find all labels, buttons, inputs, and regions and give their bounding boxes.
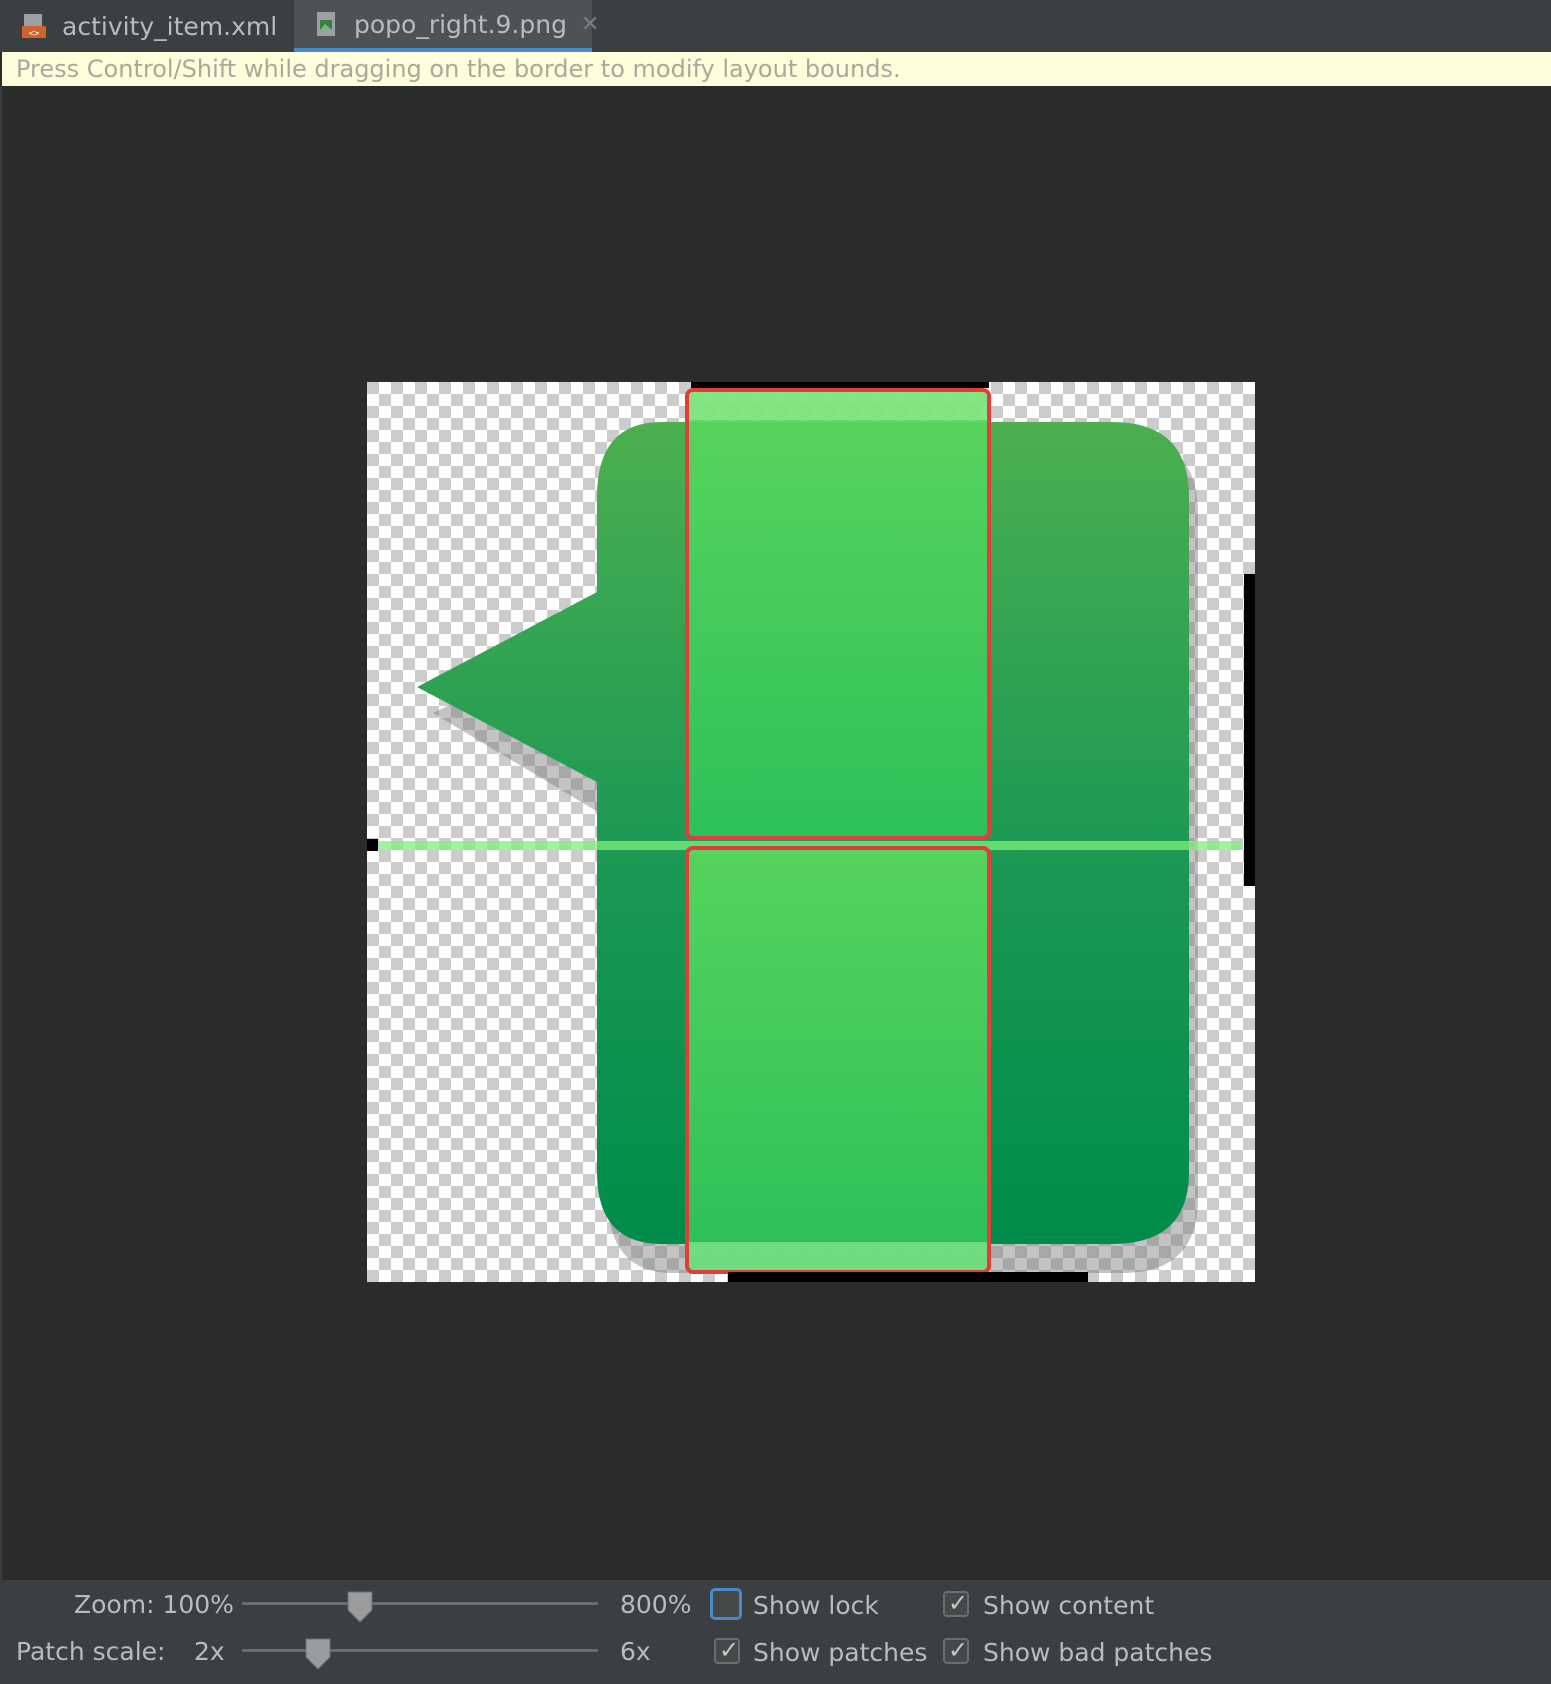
- patch-scale-slider-thumb[interactable]: [304, 1637, 332, 1671]
- patch-scale-slider-track[interactable]: [242, 1649, 598, 1652]
- show-bad-patches-checkbox[interactable]: [943, 1636, 969, 1664]
- show-lock-checkbox[interactable]: [710, 1588, 742, 1620]
- tab-activity-item-xml[interactable]: <> activity_item.xml ✕: [20, 0, 310, 52]
- patch-scale-max-label: 6x: [620, 1637, 651, 1666]
- top-stretch-marker[interactable]: [691, 382, 989, 388]
- stretch-patch-top: [687, 390, 989, 838]
- editor-hint-banner: Press Control/Shift while dragging on th…: [2, 52, 1551, 86]
- image-file-icon: [312, 10, 340, 38]
- patch-scale-min-label: 2x: [194, 1637, 225, 1666]
- close-icon[interactable]: ✕: [581, 12, 599, 37]
- zoom-slider-track[interactable]: [242, 1602, 598, 1605]
- left-stretch-marker[interactable]: [367, 839, 378, 851]
- right-content-marker[interactable]: [1244, 574, 1255, 886]
- editor-tab-bar: <> activity_item.xml ✕ popo_right.9.png …: [0, 0, 1551, 52]
- tab-popo-right-9-png[interactable]: popo_right.9.png ✕: [294, 0, 599, 52]
- tab-label: popo_right.9.png: [354, 9, 567, 39]
- xml-file-icon: <>: [20, 12, 48, 40]
- stretch-patch-bottom: [687, 848, 989, 1272]
- ninepatch-controls: Zoom: 100% 800% Patch scale: 2x 6x Show …: [0, 1580, 1551, 1684]
- zoom-label: Zoom: 100%: [74, 1590, 234, 1619]
- svg-text:<>: <>: [29, 29, 40, 39]
- zoom-max-label: 800%: [620, 1590, 692, 1619]
- show-content-checkbox[interactable]: [943, 1589, 969, 1617]
- show-content-label[interactable]: Show content: [983, 1591, 1154, 1620]
- show-lock-label[interactable]: Show lock: [753, 1591, 879, 1620]
- show-patches-label[interactable]: Show patches: [753, 1638, 927, 1667]
- ninepatch-image[interactable]: [367, 382, 1255, 1282]
- show-bad-patches-label[interactable]: Show bad patches: [983, 1638, 1212, 1667]
- tab-label: activity_item.xml: [62, 11, 278, 41]
- zoom-slider-thumb[interactable]: [346, 1590, 374, 1624]
- show-patches-checkbox[interactable]: [714, 1636, 740, 1664]
- editor-left-border: [0, 86, 2, 1580]
- bottom-content-marker[interactable]: [728, 1272, 1088, 1282]
- patch-scale-label: Patch scale:: [16, 1637, 166, 1666]
